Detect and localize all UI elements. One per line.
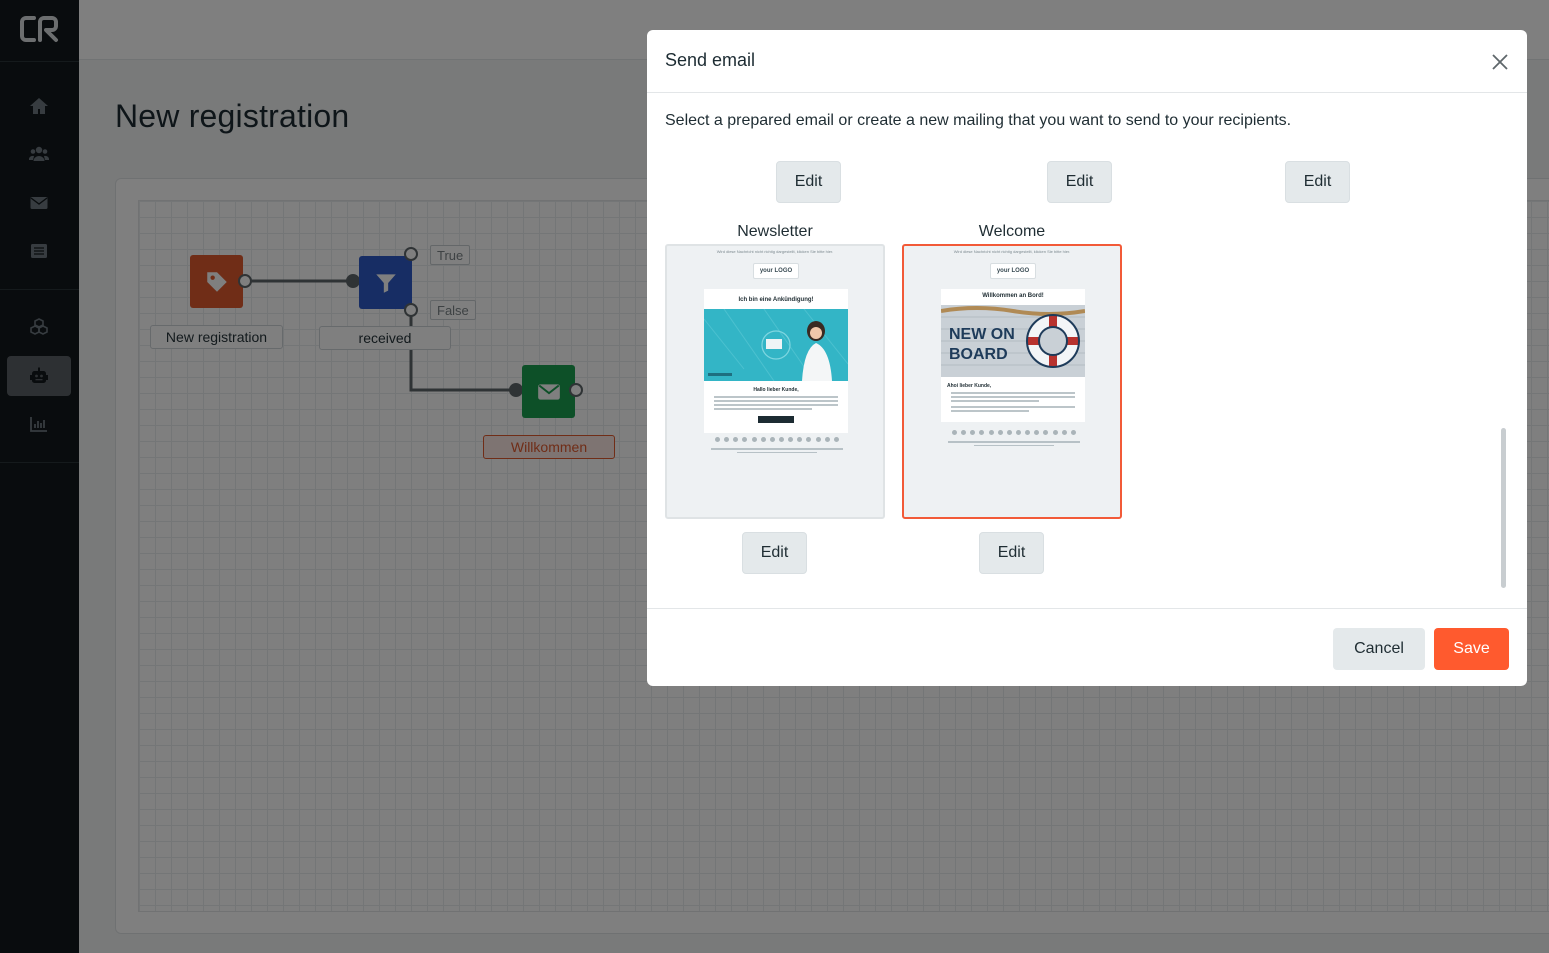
edit-button[interactable]: Edit (1285, 161, 1350, 203)
template-name: Newsletter (737, 223, 813, 240)
preview-social-icons (952, 430, 1076, 435)
edit-button[interactable]: Edit (776, 161, 841, 203)
edit-newsletter-button[interactable]: Edit (742, 532, 807, 574)
dialog-title: Send email (665, 50, 756, 70)
preview-image (704, 309, 848, 381)
dialog-intro-text: Select a prepared email or create a new … (665, 112, 1292, 129)
template-card-welcome[interactable]: Wird diese Nachricht nicht richtig darge… (902, 244, 1122, 519)
preview-cta (758, 416, 794, 423)
preview-top-line: Wird diese Nachricht nicht richtig darge… (953, 249, 1071, 254)
edit-welcome-button[interactable]: Edit (979, 532, 1044, 574)
preview-top-line: Wird diese Nachricht nicht richtig darge… (716, 249, 834, 254)
preview-text: Hallo lieber Kunde, (704, 381, 848, 433)
close-icon (1492, 54, 1508, 70)
preview-logo: your LOGO (753, 263, 799, 279)
send-email-dialog: Send email Select a prepared email or cr… (647, 30, 1527, 686)
preview-image-text: NEW ON BOARD (949, 326, 1015, 363)
dialog-footer: Cancel Save (647, 608, 1527, 686)
close-button[interactable] (1487, 49, 1513, 75)
preview-headline: Willkommen an Bord! (982, 293, 1044, 299)
preview-greeting: Ahoi lieber Kunde, (947, 383, 992, 389)
preview-greeting: Hallo lieber Kunde, (753, 387, 799, 393)
preview-text: Ahoi lieber Kunde, (941, 377, 1085, 422)
edit-button[interactable]: Edit (1047, 161, 1112, 203)
template-name: Welcome (978, 223, 1046, 240)
template-card-newsletter[interactable]: Wird diese Nachricht nicht richtig darge… (665, 244, 885, 519)
cancel-button[interactable]: Cancel (1333, 628, 1425, 670)
preview-social-icons (715, 437, 839, 442)
preview-body: Ich bin eine Ankündigung! Hallo lieber K… (704, 289, 848, 433)
preview-image: NEW ON BOARD (941, 305, 1085, 377)
save-button[interactable]: Save (1434, 628, 1509, 670)
dialog-scrollbar[interactable] (1501, 428, 1506, 588)
preview-headline: Ich bin eine Ankündigung! (738, 297, 814, 303)
preview-body: Willkommen an Bord! NEW ON BOARD Ahoi li… (941, 289, 1085, 422)
preview-footer (707, 446, 847, 454)
preview-footer (944, 439, 1084, 447)
preview-logo: your LOGO (990, 263, 1036, 279)
dialog-header: Send email (647, 30, 1527, 93)
